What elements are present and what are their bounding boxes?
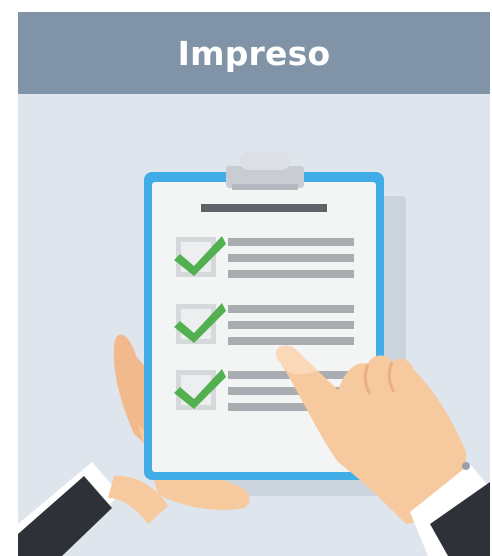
checklist-illustration <box>18 94 490 556</box>
paper-title-bar <box>201 204 327 212</box>
checklist-item <box>174 303 354 345</box>
card-title: Impreso <box>177 33 331 73</box>
card-header: Impreso <box>18 12 490 94</box>
checklist-item <box>174 236 354 278</box>
clipboard-clip-top <box>240 152 290 170</box>
clipboard-checklist-illustration <box>18 152 490 556</box>
impreso-card[interactable]: Impreso <box>18 12 490 556</box>
